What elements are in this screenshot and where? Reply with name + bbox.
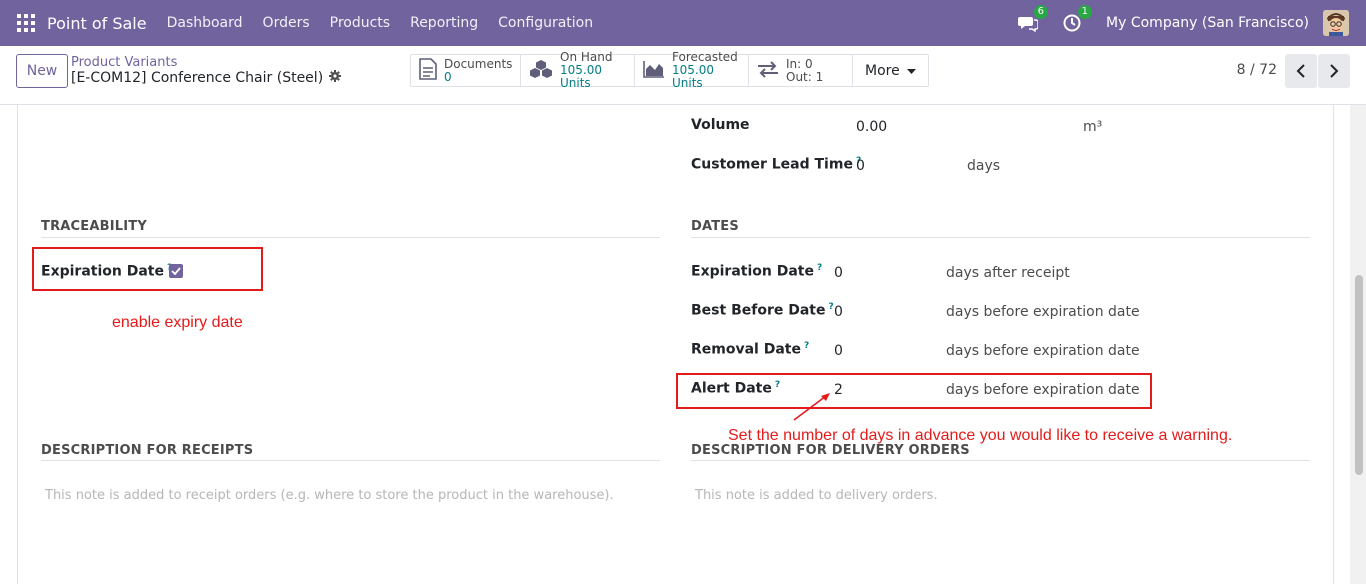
more-button[interactable]: More [853, 55, 928, 86]
more-label: More [865, 62, 900, 79]
help-icon[interactable]: ? [828, 302, 833, 312]
documents-button[interactable]: Documents 0 [411, 55, 521, 86]
removal-date-label: Removal Date? [691, 341, 809, 358]
activity-badge: 1 [1077, 5, 1093, 19]
forecasted-value: 105.00 Units [672, 63, 714, 90]
highlight-alert-date [676, 373, 1152, 409]
forecasted-button[interactable]: Forecasted 105.00 Units [635, 51, 749, 90]
help-icon[interactable]: ? [817, 263, 822, 273]
scrollbar-thumb[interactable] [1355, 275, 1363, 475]
best-before-time-input[interactable]: 0 [834, 304, 843, 320]
caret-down-icon [906, 63, 916, 79]
best-before-date-label: Best Before Date? [691, 302, 834, 319]
delivery-description-input[interactable]: This note is added to delivery orders. [695, 488, 938, 503]
company-switcher[interactable]: My Company (San Francisco) [1106, 15, 1309, 31]
document-icon [419, 57, 437, 84]
area-chart-icon [643, 60, 665, 82]
smart-buttons: Documents 0 On Hand 105.00 Units Forecaste… [410, 51, 929, 90]
pager-previous-button[interactable] [1285, 54, 1317, 88]
activity-clock-icon[interactable]: 1 [1062, 5, 1093, 33]
help-icon[interactable]: ? [804, 341, 809, 351]
menu-reporting[interactable]: Reporting [410, 15, 478, 31]
chevron-left-icon [1296, 64, 1305, 78]
in-out-button[interactable]: In: 0 Out: 1 [749, 55, 853, 86]
receipts-description-input[interactable]: This note is added to receipt orders (e.… [45, 488, 614, 503]
record-title: [E-COM12] Conference Chair (Steel) [71, 70, 342, 86]
delivery-divider [691, 460, 1310, 461]
messages-badge: 6 [1033, 5, 1049, 19]
menu-configuration[interactable]: Configuration [498, 15, 593, 31]
best-before-date-text: Best Before Date [691, 302, 826, 319]
breadcrumb-product-variants[interactable]: Product Variants [71, 55, 177, 70]
menu-dashboard[interactable]: Dashboard [167, 15, 243, 31]
on-hand-button[interactable]: On Hand 105.00 Units [521, 51, 635, 90]
user-avatar[interactable] [1323, 10, 1349, 36]
on-hand-value: 105.00 Units [560, 63, 602, 90]
out-label: Out: 1 [786, 69, 824, 84]
in-label: In: 0 [786, 56, 813, 71]
cubes-icon [529, 59, 553, 83]
traceability-divider [41, 237, 660, 238]
apps-menu-icon[interactable] [17, 14, 35, 32]
record-title-text: [E-COM12] Conference Chair (Steel) [71, 70, 324, 86]
expiration-time-unit: days after receipt [946, 265, 1070, 281]
delivery-description-title: DESCRIPTION FOR DELIVERY ORDERS [691, 443, 970, 458]
dates-divider [691, 237, 1310, 238]
receipts-description-title: DESCRIPTION FOR RECEIPTS [41, 443, 254, 458]
control-panel: New Product Variants [E-COM12] Conferenc… [0, 46, 1366, 105]
menu-orders[interactable]: Orders [263, 15, 310, 31]
annotation-arrow-icon [793, 393, 830, 421]
top-navbar: Point of Sale Dashboard Orders Products … [0, 0, 1366, 46]
removal-time-unit: days before expiration date [946, 343, 1140, 359]
pager-next-button[interactable] [1318, 54, 1350, 88]
gear-icon[interactable] [329, 70, 342, 86]
menu-products[interactable]: Products [330, 15, 390, 31]
documents-value: 0 [444, 69, 452, 84]
volume-input[interactable]: 0.00 [856, 119, 887, 135]
receipts-divider [41, 460, 660, 461]
customer-lead-time-input[interactable]: 0 [856, 158, 865, 174]
removal-time-input[interactable]: 0 [834, 343, 843, 359]
documents-label: Documents [444, 56, 513, 71]
highlight-expiration-checkbox [32, 247, 263, 291]
volume-unit: m³ [1083, 119, 1103, 135]
removal-date-text: Removal Date [691, 341, 801, 358]
customer-lead-time-text: Customer Lead Time [691, 156, 853, 173]
customer-lead-time-label: Customer Lead Time? [691, 156, 861, 173]
scrollbar[interactable] [1350, 105, 1366, 584]
volume-label: Volume [691, 117, 750, 133]
customer-lead-time-unit: days [967, 158, 1001, 174]
expiration-date-text: Expiration Date [691, 263, 814, 280]
annotation-enable-expiry: enable expiry date [112, 314, 243, 331]
expiration-time-input[interactable]: 0 [834, 265, 843, 281]
new-button[interactable]: New [16, 54, 68, 88]
chevron-right-icon [1330, 64, 1339, 78]
traceability-section-title: TRACEABILITY [41, 219, 147, 234]
messages-icon[interactable]: 6 [1018, 5, 1049, 33]
expiration-date-label: Expiration Date? [691, 263, 822, 280]
dates-section-title: DATES [691, 219, 739, 234]
exchange-icon [757, 60, 779, 82]
app-name[interactable]: Point of Sale [47, 14, 147, 33]
best-before-time-unit: days before expiration date [946, 304, 1140, 320]
pager-value[interactable]: 8 / 72 [1237, 62, 1277, 78]
